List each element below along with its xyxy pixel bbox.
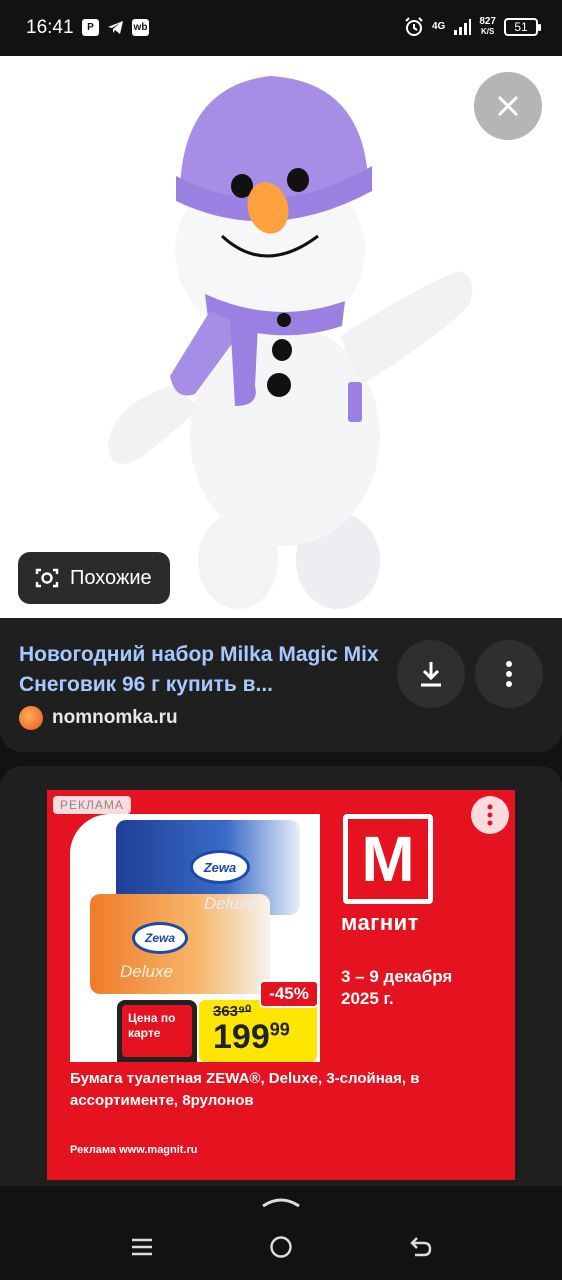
battery-indicator: 51 [504,18,541,36]
telegram-icon [108,21,123,34]
product-description: Бумага туалетная ZEWA®, Deluxe, 3-слойна… [70,1070,420,1109]
new-price: 19999 [213,1018,290,1056]
zewa-logo-front: Zewa [132,922,188,954]
magnit-logo: M [343,814,433,904]
similar-button[interactable]: Похожие [18,552,170,604]
more-options-button[interactable] [475,640,543,708]
image-viewer[interactable]: Похожие [0,56,562,618]
card-price-label: Цена по карте [122,1005,192,1057]
phone-graphic: Цена по карте [117,1000,197,1062]
status-bar: 16:41 P wb 4G 827 K/S 51 [0,0,562,56]
home-circle-icon [270,1236,292,1258]
network-type: 4G [431,21,446,32]
more-vertical-icon [506,661,512,687]
ad-banner[interactable]: Zewa Zewa Deluxe Deluxe Цена по карте 36… [47,790,515,1180]
network-speed: 827 K/S [479,16,496,37]
system-nav-bar [0,1186,562,1280]
notification-icons: P wb [82,19,149,36]
download-icon [421,662,441,687]
home-button[interactable] [266,1232,296,1262]
system-icons: 4G 827 K/S 51 [404,16,541,37]
new-price-cents: 99 [269,1019,290,1040]
camera-lens-icon [35,568,59,588]
result-title-link[interactable]: Новогодний набор Milka Magic Mix Снегови… [19,640,389,700]
zewa-logo-back: Zewa [190,850,250,884]
deluxe-label-back: Deluxe [204,894,257,913]
site-favicon-icon [19,706,43,730]
similar-button-label: Похожие [70,566,152,589]
close-button[interactable] [474,72,542,140]
brand-name: магнит [341,910,419,935]
close-icon [497,95,519,117]
ad-footer: Реклама www.magnit.ru [70,1144,198,1156]
p-app-icon: P [82,19,99,36]
promo-dates: 3 – 9 декабря 2025 г. [341,967,453,1008]
recent-apps-button[interactable] [127,1232,157,1262]
snowman-image [108,76,473,609]
ad-card: Zewa Zewa Deluxe Deluxe Цена по карте 36… [0,766,562,1186]
alarm-icon [405,17,423,36]
price-tag: 363⁹⁰ 19999 [199,1000,317,1062]
status-time: 16:41 [26,17,74,38]
result-card[interactable]: Новогодний набор Milka Magic Mix Снегови… [0,618,562,752]
source-domain: nomnomka.ru [52,707,178,728]
download-button[interactable] [397,640,465,708]
signal-icon [454,19,472,35]
result-source[interactable]: nomnomka.ru [19,706,178,730]
deluxe-label-front: Deluxe [120,962,173,981]
swipe-up-handle-icon[interactable] [261,1194,301,1208]
more-vertical-icon [487,804,493,826]
menu-icon [132,1238,152,1256]
ad-menu-button[interactable] [471,796,509,834]
ad-label: РЕКЛАМА [53,796,131,814]
wb-icon: wb [132,19,149,36]
back-arrow-icon [410,1237,432,1257]
back-button[interactable] [406,1232,436,1262]
discount-badge: -45% [259,980,319,1008]
